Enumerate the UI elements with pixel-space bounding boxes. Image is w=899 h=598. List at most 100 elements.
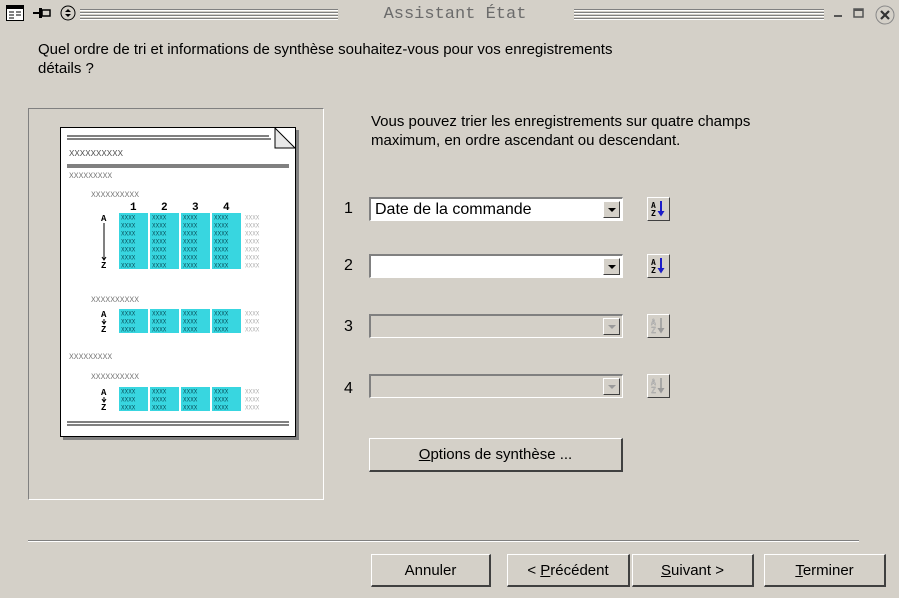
- pin-icon[interactable]: [32, 5, 52, 25]
- svg-text:Z: Z: [651, 326, 656, 335]
- minimize-icon[interactable]: [832, 5, 844, 25]
- next-button[interactable]: Suivant >: [632, 554, 754, 587]
- preview-block-1-cell-text: XXXX: [183, 215, 198, 222]
- preview-column-number: 1: [130, 202, 137, 214]
- cancel-button[interactable]: Annuler: [371, 554, 491, 587]
- preview-block-1-cell-text: XXXX: [245, 247, 260, 254]
- preview-block-2-cell-text: XXXX: [183, 319, 198, 326]
- preview-block-2-cell-text: XXXX: [245, 311, 260, 318]
- window-title: Assistant État: [340, 3, 570, 27]
- preview-block-2-cell-text: XXXX: [245, 319, 260, 326]
- preview-block-3-cell-text: XXXX: [214, 397, 229, 404]
- sort-az-icon: AZ: [651, 378, 665, 395]
- preview-block-2-cell-text: XXXX: [121, 311, 136, 318]
- preview-block-1-cell-text: XXXX: [183, 223, 198, 230]
- preview-block-1-cell-text: XXXX: [121, 223, 136, 230]
- footer-divider: [28, 540, 859, 542]
- sort-ascending-button-3: AZ: [647, 314, 670, 338]
- preview-block-1-cell-text: XXXX: [214, 255, 229, 262]
- preview-block-1-cell-text: XXXX: [152, 231, 167, 238]
- preview-block-3-cell-text: XXXX: [152, 397, 167, 404]
- preview-block-1-cell-text: XXXX: [121, 215, 136, 222]
- previous-mnemonic: P: [540, 561, 551, 579]
- preview-block-1-cell-text: XXXX: [121, 247, 136, 254]
- preview-block-1-cell-text: XXXX: [245, 263, 260, 270]
- preview-group-level-2: XXXXXXXXXX: [91, 191, 139, 200]
- sort-az-icon: AZ: [651, 201, 665, 218]
- preview-block-3-cell-text: XXXX: [121, 397, 136, 404]
- preview-block-1-cell-text: XXXX: [121, 239, 136, 246]
- preview-column-number: 2: [161, 202, 168, 214]
- preview-block-2-cell-text: XXXX: [214, 311, 229, 318]
- finish-label: erminer: [802, 561, 854, 579]
- svg-text:Z: Z: [651, 209, 656, 218]
- sort-field-1-combobox[interactable]: Date de la commande: [369, 197, 623, 221]
- summary-options-button[interactable]: Options de synthèse ...: [369, 438, 623, 472]
- sort-field-3-combobox: [369, 314, 623, 338]
- roll-up-icon[interactable]: [60, 5, 76, 25]
- preview-block-1-cell-text: XXXX: [245, 215, 260, 222]
- preview-block-2-cell-text: XXXX: [183, 327, 198, 334]
- previous-button[interactable]: < Précédent: [507, 554, 630, 587]
- preview-block-1-cell-text: XXXX: [183, 263, 198, 270]
- preview-block-1-cell-text: XXXX: [152, 215, 167, 222]
- preview-column-number: 4: [223, 202, 230, 214]
- sort-field-4-combobox: [369, 374, 623, 398]
- sort-row-number-3: 3: [344, 318, 353, 335]
- sort-ascending-button-2[interactable]: AZ: [647, 254, 670, 278]
- sort-az-icon: AZ: [651, 318, 665, 335]
- previous-prefix: <: [527, 561, 541, 579]
- preview-block-1-cell-text: XXXX: [245, 231, 260, 238]
- preview-block-1-cell-text: XXXX: [152, 263, 167, 270]
- preview-block-1-cell-text: XXXX: [245, 239, 260, 246]
- preview-block-2-cell-text: XXXX: [245, 327, 260, 334]
- chevron-down-icon: [603, 378, 620, 395]
- preview-group-level-1b: XXXXXXXXX: [69, 353, 112, 362]
- preview-block-1-cell-text: XXXX: [214, 223, 229, 230]
- sort-arrow-down: [101, 223, 107, 261]
- maximize-icon[interactable]: [852, 5, 866, 25]
- preview-block-2-cell-text: XXXX: [214, 327, 229, 334]
- preview-block-2-cell-text: XXXX: [183, 311, 198, 318]
- preview-column-number: 3: [192, 202, 199, 214]
- next-mnemonic: S: [661, 561, 672, 579]
- summary-options-label: ptions de synthèse ...: [430, 445, 573, 463]
- preview-block-1-cell-text: XXXX: [245, 255, 260, 262]
- sort-glyph-a: A: [101, 388, 107, 398]
- sort-az-icon: AZ: [651, 258, 665, 275]
- preview-block-3-cell-text: XXXX: [152, 405, 167, 412]
- wizard-question: Quel ordre de tri et informations de syn…: [38, 41, 613, 77]
- preview-block-2-cell-text: XXXX: [152, 311, 167, 318]
- sort-row-number-1: 1: [344, 200, 353, 217]
- preview-block-1-cell-text: XXXX: [183, 255, 198, 262]
- sort-row-number-2: 2: [344, 257, 353, 274]
- sort-row-number-4: 4: [344, 380, 353, 397]
- sort-field-2-combobox[interactable]: [369, 254, 623, 278]
- sort-ascending-button-1[interactable]: AZ: [647, 197, 670, 221]
- close-icon[interactable]: [874, 5, 896, 25]
- preview-block-1-cell-text: XXXX: [214, 247, 229, 254]
- finish-button[interactable]: Terminer: [764, 554, 886, 587]
- preview-title-text: XXXXXXXXXX: [69, 149, 124, 159]
- svg-text:Z: Z: [651, 386, 656, 395]
- sort-glyph-a: A: [101, 310, 107, 320]
- preview-block-3-cell-text: XXXX: [245, 397, 260, 404]
- chevron-down-icon[interactable]: [603, 201, 620, 218]
- preview-block-1-cell-text: XXXX: [121, 231, 136, 238]
- chevron-down-icon[interactable]: [603, 258, 620, 275]
- report-wizard-icon[interactable]: [6, 5, 24, 25]
- preview-block-1-cell-text: XXXX: [214, 263, 229, 270]
- preview-block-1-cell-text: XXXX: [183, 247, 198, 254]
- preview-block-3-cell-text: XXXX: [245, 405, 260, 412]
- title-bar: Assistant État: [0, 0, 899, 30]
- preview-block-3-cell-text: XXXX: [183, 397, 198, 404]
- preview-group-level-2c: XXXXXXXXXX: [91, 373, 139, 382]
- preview-block-1-cell-text: XXXX: [152, 239, 167, 246]
- previous-label: récédent: [550, 561, 609, 579]
- preview-block-3-cell-text: XXXX: [183, 405, 198, 412]
- preview-block-1-cell-text: XXXX: [183, 231, 198, 238]
- preview-group-level-2b: XXXXXXXXXX: [91, 296, 139, 305]
- preview-block-2-cell-text: XXXX: [121, 327, 136, 334]
- preview-block-1-cell-text: XXXX: [152, 247, 167, 254]
- summary-options-mnemonic: O: [418, 445, 431, 463]
